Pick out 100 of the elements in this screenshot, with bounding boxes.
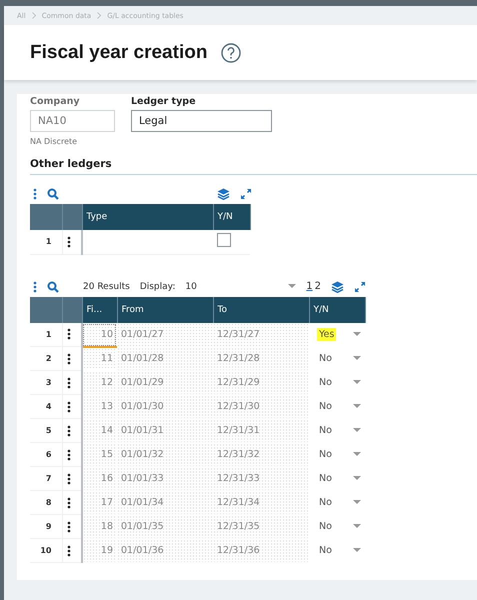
header-cell [30, 296, 62, 322]
more-icon[interactable] [66, 544, 70, 556]
table-cell[interactable]: 12/31/32 [213, 442, 309, 466]
caret-icon[interactable] [353, 500, 361, 505]
table-cell[interactable]: 01/01/30 [117, 394, 213, 418]
caret-icon[interactable] [353, 476, 361, 481]
table-cell[interactable]: No [317, 472, 334, 485]
column-header[interactable]: Y/N [309, 296, 365, 322]
page-link[interactable]: 2 [314, 281, 321, 292]
table-cell[interactable]: 12/31/31 [213, 418, 309, 442]
caret-icon[interactable] [353, 524, 361, 529]
caret-icon[interactable] [353, 452, 361, 457]
search-icon[interactable] [47, 280, 59, 292]
table-cell[interactable]: No [317, 496, 334, 509]
row-number: 5 [30, 418, 62, 442]
row-number: 6 [30, 442, 62, 466]
table-cell[interactable]: 12/31/34 [213, 490, 309, 514]
more-icon[interactable] [66, 520, 70, 532]
table-cell[interactable]: 13 [82, 394, 117, 418]
row-number: 9 [30, 514, 62, 538]
caret-icon[interactable] [353, 428, 361, 433]
more-icon[interactable] [66, 496, 70, 508]
expand-icon[interactable] [240, 188, 252, 200]
layers-icon[interactable] [217, 188, 230, 200]
table-cell[interactable]: 17 [82, 490, 117, 514]
table-cell[interactable]: No [317, 352, 334, 365]
caret-icon[interactable] [353, 356, 361, 361]
page-title: Fiscal year creation [30, 42, 208, 64]
table-cell[interactable]: 12/31/30 [213, 394, 309, 418]
table-cell[interactable]: 10 [82, 322, 117, 346]
display-value[interactable]: 10 [185, 282, 197, 292]
more-icon[interactable] [66, 352, 70, 364]
more-icon[interactable] [66, 448, 70, 460]
table-cell[interactable]: No [317, 544, 334, 557]
text-field[interactable]: Legal [131, 110, 272, 132]
page-link[interactable]: 1 [306, 281, 313, 292]
header-cell [62, 296, 82, 322]
column-header[interactable]: Y/N [213, 204, 250, 230]
table-cell[interactable]: 12/31/29 [213, 370, 309, 394]
help-icon[interactable] [221, 42, 242, 62]
results-count: 20 Results [83, 282, 130, 292]
search-icon[interactable] [47, 188, 59, 200]
section-title: Other ledgers [30, 158, 477, 175]
table-cell[interactable]: 01/01/36 [117, 538, 213, 562]
table-cell[interactable]: 01/01/31 [117, 418, 213, 442]
more-icon[interactable] [66, 424, 70, 436]
table-cell[interactable]: 15 [82, 442, 117, 466]
row-number: 2 [30, 346, 62, 370]
checkbox[interactable] [217, 233, 231, 248]
header-cell [30, 204, 62, 230]
table-cell[interactable]: 19 [82, 538, 117, 562]
more-icon[interactable] [66, 328, 70, 340]
row-number: 7 [30, 466, 62, 490]
table-cell[interactable]: 12/31/33 [213, 466, 309, 490]
caret-icon[interactable] [288, 284, 296, 289]
row-number: 1 [30, 322, 62, 346]
table-cell[interactable]: No [317, 424, 334, 437]
table-cell[interactable]: 01/01/28 [117, 346, 213, 370]
column-header[interactable]: To [213, 296, 309, 322]
table-cell[interactable]: 18 [82, 514, 117, 538]
row-number: 3 [30, 370, 62, 394]
column-header[interactable]: Fi... [82, 296, 117, 322]
table-cell[interactable]: 12/31/35 [213, 514, 309, 538]
caret-icon[interactable] [353, 332, 361, 337]
table-cell[interactable]: No [317, 400, 334, 413]
table-cell[interactable]: Yes [317, 328, 336, 341]
caret-icon[interactable] [353, 380, 361, 385]
table-cell[interactable]: 16 [82, 466, 117, 490]
expand-icon[interactable] [354, 280, 366, 292]
table-cell[interactable]: No [317, 448, 334, 461]
chevron-icon [97, 12, 102, 19]
row-number: 1 [30, 230, 62, 254]
field-label: Company [30, 96, 81, 107]
more-icon[interactable] [66, 400, 70, 412]
table-cell[interactable]: 01/01/35 [117, 514, 213, 538]
table-cell[interactable]: 01/01/33 [117, 466, 213, 490]
more-icon[interactable] [66, 376, 70, 388]
table-cell[interactable]: 01/01/34 [117, 490, 213, 514]
row-number: 4 [30, 394, 62, 418]
field-hint: NA Discrete [30, 137, 78, 146]
table-cell[interactable]: No [317, 520, 334, 533]
table-cell[interactable]: 11 [82, 346, 117, 370]
layers-icon[interactable] [331, 280, 344, 292]
table-cell[interactable]: 01/01/29 [117, 370, 213, 394]
caret-icon[interactable] [353, 404, 361, 409]
table-cell[interactable]: 12 [82, 370, 117, 394]
table-cell[interactable]: 12/31/36 [213, 538, 309, 562]
table-cell[interactable]: 01/01/27 [117, 322, 213, 346]
row-number: 10 [30, 538, 62, 562]
column-header[interactable]: From [117, 296, 213, 322]
table-cell[interactable]: 12/31/28 [213, 346, 309, 370]
table-cell[interactable]: 14 [82, 418, 117, 442]
table-cell[interactable]: 01/01/32 [117, 442, 213, 466]
caret-icon[interactable] [353, 548, 361, 553]
more-icon[interactable] [66, 472, 70, 484]
column-header[interactable]: Type [82, 204, 213, 230]
display-label: Display: [140, 282, 176, 292]
table-cell[interactable]: No [317, 376, 334, 389]
more-icon[interactable] [66, 236, 70, 248]
table-cell[interactable]: 12/31/27 [213, 322, 309, 346]
